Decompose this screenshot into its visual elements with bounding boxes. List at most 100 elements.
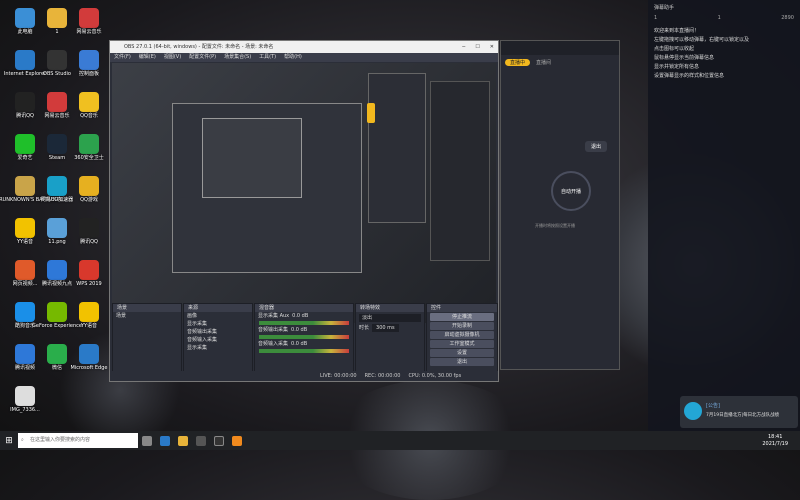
tab-live[interactable]: 直播中 <box>505 59 531 66</box>
scene-item[interactable]: 场景 <box>113 312 181 320</box>
obs-window[interactable]: OBS 27.0.1 (64-bit, windows) - 配置文件: 未命名… <box>109 40 499 382</box>
store-icon[interactable] <box>196 435 206 446</box>
desktop-icon[interactable]: 微信 <box>40 344 74 382</box>
minimize-icon[interactable]: ─ <box>462 41 465 53</box>
start-icon[interactable]: ⊞ <box>0 431 18 450</box>
mixer-channel-db: 0.0 dB <box>291 327 308 333</box>
steam-icon <box>47 134 67 154</box>
iqiyi-icon <box>15 134 35 154</box>
obs-taskbar-icon[interactable] <box>214 435 224 446</box>
desktop-icon[interactable]: PLAYERUNKNOWN'S BATTLEGR... <box>0 176 66 214</box>
transition-select[interactable]: 淡出 <box>359 314 421 322</box>
kugou-icon <box>15 302 35 322</box>
source-item[interactable]: 显示采集 <box>184 344 252 352</box>
panel-message: 鼠标悬停显示当前弹幕信息 <box>654 55 715 61</box>
desktop-icon-label: Microsoft Edge <box>70 365 108 371</box>
desktop-icon[interactable]: OBS Studio <box>40 50 74 88</box>
mixer-channel-name: 音频输入采集 <box>258 341 289 347</box>
task-view-icon[interactable] <box>142 435 152 446</box>
source-item[interactable]: 音频输出采集 <box>184 328 252 336</box>
wps-icon <box>79 260 99 280</box>
desktop-icon[interactable]: YY语音 <box>8 218 42 256</box>
obs-statusbar: LIVE: 00:00:00 REC: 00:00:00 CPU: 0.0%, … <box>110 371 498 381</box>
exit-live-button[interactable]: 退出 <box>585 141 608 152</box>
menu-item[interactable]: 视图(V) <box>164 53 181 62</box>
settings-button[interactable]: 设置 <box>430 349 494 357</box>
menu-item[interactable]: 编辑(E) <box>139 53 156 62</box>
desktop-icon[interactable]: 酷狗音乐 <box>8 302 42 340</box>
window-controls: ─ ☐ ✕ <box>462 41 494 53</box>
desktop-icon[interactable]: 腾讯QQ <box>72 218 106 256</box>
pubg-icon <box>15 176 35 196</box>
desktop-icon[interactable]: IMG_7336... <box>8 386 42 424</box>
obs-titlebar[interactable]: OBS 27.0.1 (64-bit, windows) - 配置文件: 未命名… <box>110 41 498 53</box>
qq-icon <box>79 218 99 238</box>
desktop-icon[interactable]: Internet Explorer <box>4 50 46 88</box>
desktop-icon-label: QQ游戏 <box>80 197 98 203</box>
desktop-icon[interactable]: QQ音乐 <box>72 92 106 130</box>
desktop-icon[interactable]: Steam <box>40 134 74 172</box>
live-assistant-window[interactable]: 直播中 直播间 退出 自动开播 开播时将按照设置开播 <box>500 40 620 370</box>
music-icon <box>47 92 67 112</box>
menu-item[interactable]: 文件(F) <box>114 53 131 62</box>
menu-item[interactable]: 工具(T) <box>259 53 276 62</box>
desktop-icon[interactable]: 控制面板 <box>72 50 106 88</box>
desktop-icon[interactable]: 腾讯QQ <box>8 92 42 130</box>
desktop-icon[interactable]: 360安全卫士 <box>72 134 106 172</box>
preview-nested-window <box>430 81 490 261</box>
menu-item[interactable]: 配置文件(P) <box>189 53 216 62</box>
auto-stream-circle[interactable]: 自动开播 <box>551 171 591 211</box>
virtual-camera-button[interactable]: 启动虚拟摄像机 <box>430 331 494 339</box>
desktop-icon[interactable]: 网易UU加速器 <box>40 176 74 214</box>
panel-message: 显示并锁定所有信息 <box>654 64 700 70</box>
volume-meter[interactable] <box>259 335 349 339</box>
desktop-icon[interactable]: 腾讯视频 <box>8 344 42 382</box>
duration-input[interactable]: 300 ms <box>372 324 399 332</box>
clock-time: 18:41 <box>767 433 783 440</box>
volume-meter[interactable] <box>259 349 349 353</box>
source-item[interactable]: 显示采集 <box>184 320 252 328</box>
desktop-icon[interactable]: 网页视频... <box>8 260 42 298</box>
maximize-icon[interactable]: ☐ <box>475 41 479 53</box>
scenes-dock: 场景 场景 <box>112 303 182 375</box>
folder-icon[interactable] <box>178 435 188 446</box>
volume-meter[interactable] <box>259 321 349 325</box>
desktop-icon[interactable]: QQ游戏 <box>72 176 106 214</box>
preview-nested-window <box>368 73 426 223</box>
live-timer: LIVE: 00:00:00 <box>320 373 357 379</box>
start-recording-button[interactable]: 开始录制 <box>430 322 494 330</box>
qq-game-icon <box>79 176 99 196</box>
desktop-icon[interactable]: 网易云音乐 <box>72 8 106 46</box>
desktop-icon[interactable]: 爱奇艺 <box>8 134 42 172</box>
desktop-icon[interactable]: WPS 2019 <box>72 260 106 298</box>
desktop-icon-label: OBS Studio <box>43 71 71 77</box>
menu-item[interactable]: 场景集合(S) <box>224 53 251 62</box>
clock[interactable]: 18:41 2021/7/19 <box>762 434 788 448</box>
close-icon[interactable]: ✕ <box>490 41 494 53</box>
menu-item[interactable]: 帮助(H) <box>284 53 302 62</box>
desktop-icon[interactable]: GeForce Experience <box>32 302 82 340</box>
edge-icon[interactable] <box>160 435 170 446</box>
desktop-icon[interactable]: YY语音 <box>72 302 106 340</box>
app-taskbar-icon[interactable] <box>232 435 242 446</box>
source-item[interactable]: 画像 <box>184 312 252 320</box>
desktop-icon[interactable]: 此电脑 <box>8 8 42 46</box>
danmaku-panel: 弹幕助手 1 1 2890 欢迎来到本直播间！ 左键拖拽可以移动弹幕，右键可以锁定… <box>648 0 800 450</box>
desktop-icon-label: 1 <box>55 29 59 35</box>
studio-mode-button[interactable]: 工作室模式 <box>430 340 494 348</box>
desktop-icon[interactable]: 11.png <box>40 218 74 256</box>
exit-button[interactable]: 退出 <box>430 358 494 366</box>
auto-stream-label: 自动开播 <box>560 188 581 195</box>
tab-room[interactable]: 直播间 <box>536 59 551 66</box>
desktop-icon[interactable]: 1 <box>40 8 74 46</box>
desktop-icon[interactable]: Microsoft Edge <box>70 344 108 382</box>
search-box[interactable]: ⌕ 在这里输入你要搜索的内容 <box>18 433 138 448</box>
desktop-icon-label: 此电脑 <box>17 29 33 35</box>
desktop-icon[interactable]: 网易云音乐 <box>40 92 74 130</box>
cpu-fps: CPU: 0.0%, 30.00 fps <box>408 373 462 379</box>
notification-toast[interactable]: [公告] 7月19日直播北方|每日北方战队战绩 <box>680 396 798 428</box>
desktop-icon[interactable]: 腾讯视频九点 <box>40 260 74 298</box>
source-item[interactable]: 音频输入采集 <box>184 336 252 344</box>
obs-preview[interactable] <box>112 63 496 323</box>
stop-streaming-button[interactable]: 停止推流 <box>430 313 494 321</box>
